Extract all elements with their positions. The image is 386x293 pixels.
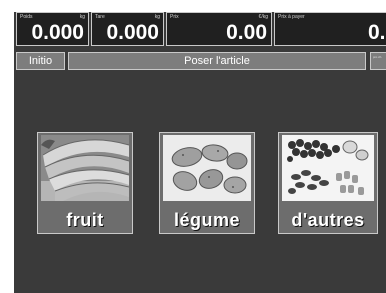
weight-display: Poids kg 0.000 — [16, 12, 89, 46]
total-display: Prix à payer 0.00 — [274, 12, 386, 46]
total-value: 0.00 — [368, 21, 386, 44]
small-key-button[interactable]: pro ch. — [370, 52, 386, 70]
category-autres-button[interactable]: d'autres — [278, 132, 378, 234]
price-label: Prix — [170, 14, 179, 20]
price-display: Prix €/kg 0.00 — [166, 12, 272, 46]
small-key-label: pro ch. — [373, 55, 383, 59]
weight-label: Poids — [20, 14, 33, 20]
category-legume-label: légume — [173, 210, 241, 230]
weight-unit: kg — [79, 14, 85, 20]
category-autres-label: d'autres — [291, 210, 365, 230]
tare-unit: kg — [154, 14, 160, 20]
tare-label: Tare — [95, 14, 105, 20]
category-fruit-label: fruit — [66, 210, 104, 230]
scale-screen: Poids kg 0.000 Tare kg 0.000 Prix €/kg 0… — [14, 12, 386, 293]
tare-display: Tare kg 0.000 — [91, 12, 164, 46]
tare-value: 0.000 — [106, 21, 159, 44]
instruction-bar: Poser l'article — [68, 52, 366, 70]
total-label: Prix à payer — [278, 14, 305, 20]
bananas-icon — [41, 135, 129, 201]
initio-button[interactable]: Initio — [16, 52, 65, 70]
weight-value: 0.000 — [31, 21, 84, 44]
price-value: 0.00 — [226, 21, 267, 44]
category-legume-button[interactable]: légume — [159, 132, 255, 234]
assorted-goods-icon — [282, 135, 374, 201]
potatoes-icon — [163, 135, 251, 201]
category-fruit-button[interactable]: fruit — [37, 132, 133, 234]
price-unit: €/kg — [258, 14, 268, 20]
